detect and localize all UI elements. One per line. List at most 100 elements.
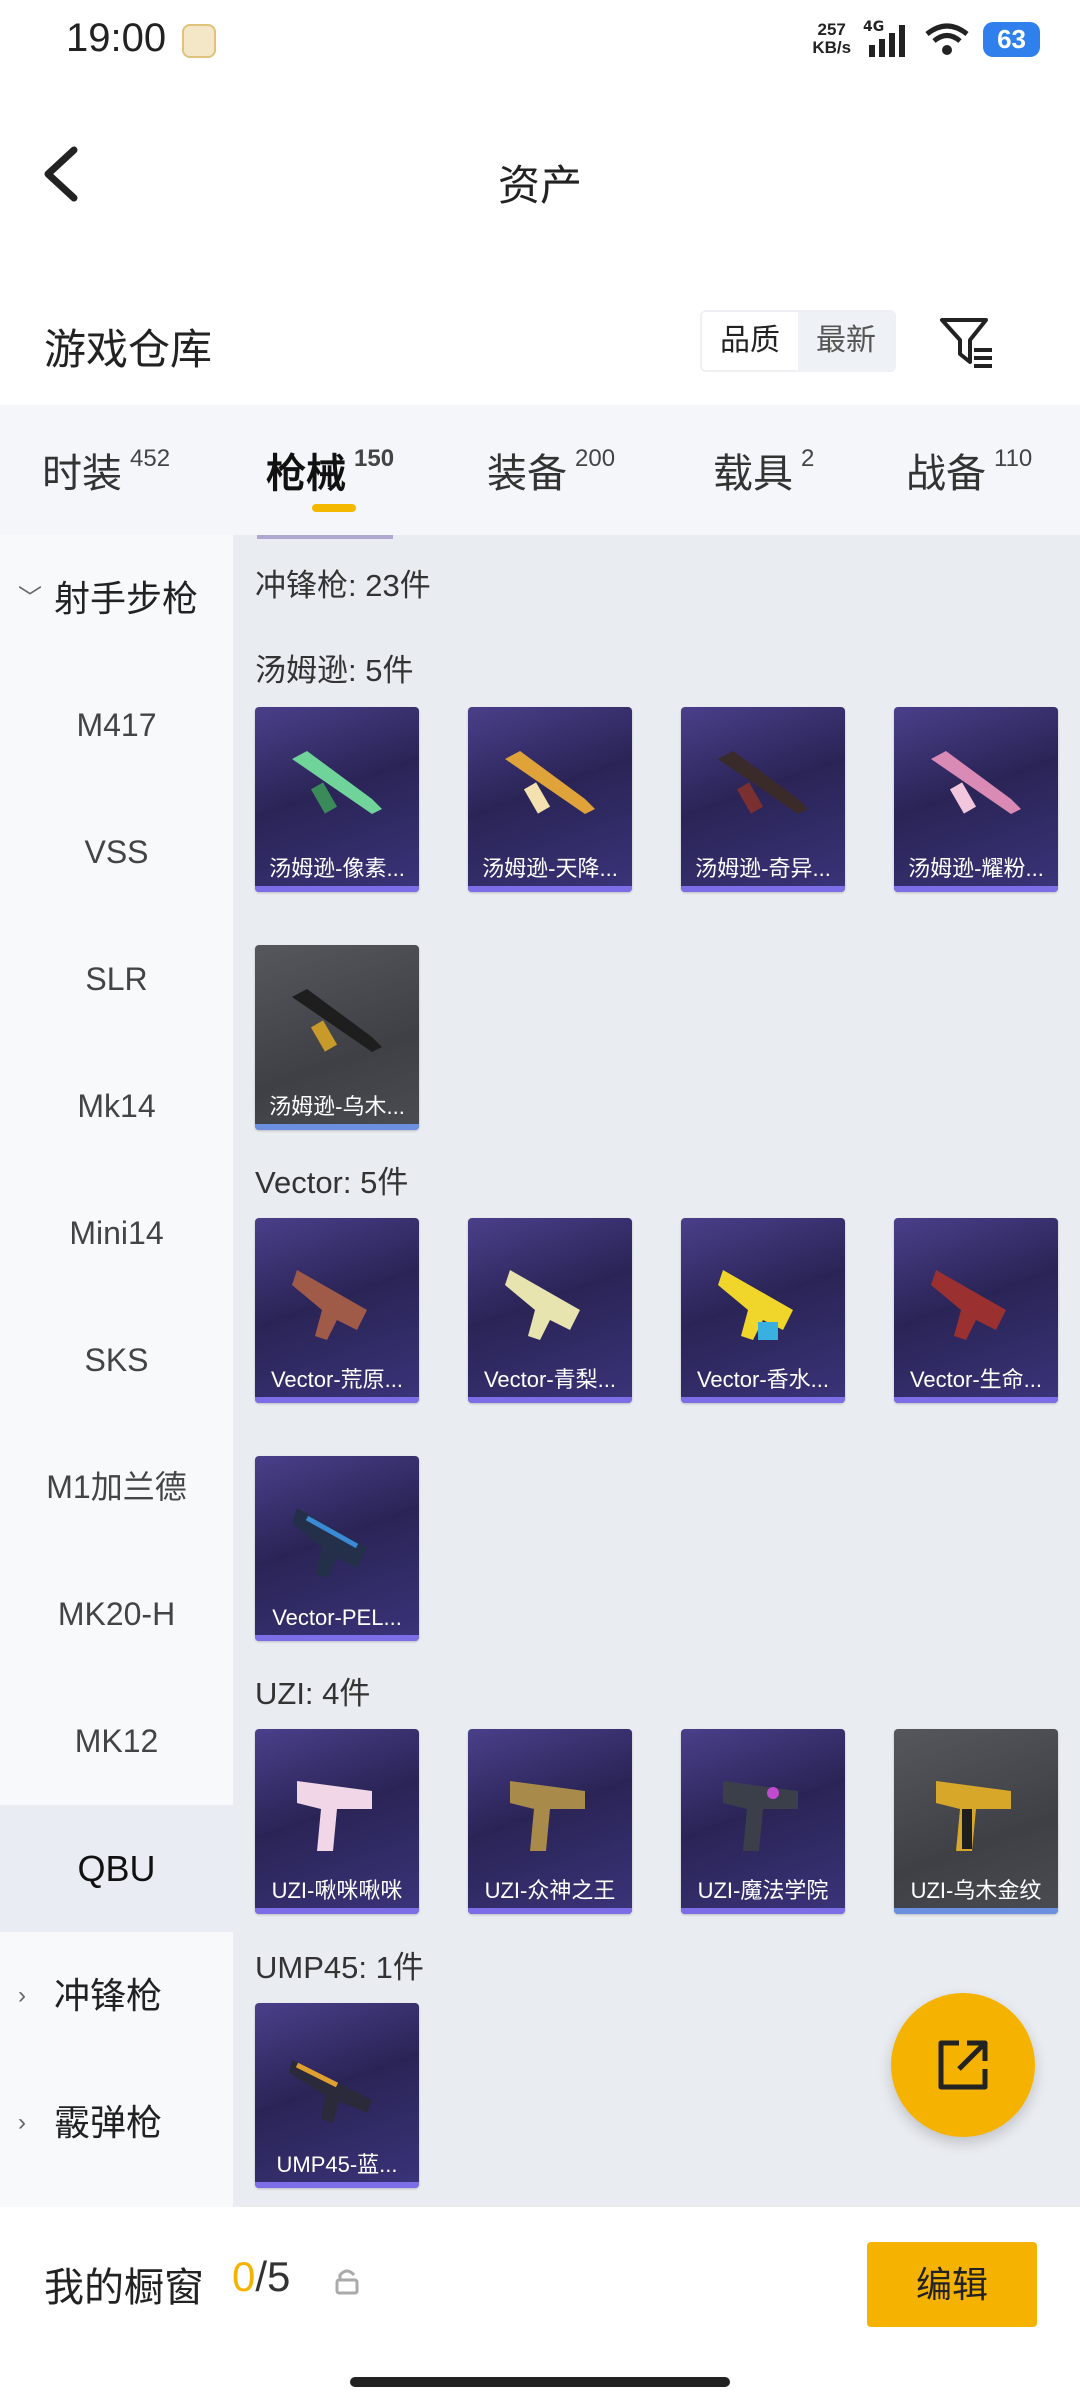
weapon-card[interactable]: 汤姆逊-像素... bbox=[255, 707, 419, 892]
share-external-icon bbox=[938, 2040, 988, 2090]
lock-icon bbox=[335, 2269, 359, 2295]
tab-fashion[interactable]: 时装 452 bbox=[42, 441, 170, 499]
home-indicator bbox=[350, 2377, 730, 2387]
tab-vehicles[interactable]: 载具 2 bbox=[713, 441, 814, 499]
sidebar-item-mini14[interactable]: Mini14 bbox=[0, 1170, 233, 1297]
sidebar-item-qbu[interactable]: QBU bbox=[0, 1805, 233, 1932]
sidebar-group-marksman[interactable]: ﹀ 射手步枪 bbox=[0, 535, 233, 662]
showcase-total: /5 bbox=[255, 2253, 291, 2300]
weapon-grid: 冲锋枪: 23件 汤姆逊: 5件 汤姆逊-像素... 汤姆逊-天降... 汤姆逊… bbox=[233, 535, 1080, 2207]
scroll-divider bbox=[257, 535, 393, 539]
thompson-gun-icon bbox=[292, 989, 382, 1052]
weapon-card[interactable]: 汤姆逊-耀粉... bbox=[894, 707, 1058, 892]
sidebar-item-m1[interactable]: M1加兰德 bbox=[0, 1424, 233, 1551]
weapon-name: Vector-生命... bbox=[909, 1367, 1043, 1392]
rarity-bar bbox=[894, 1397, 1058, 1403]
rarity-bar bbox=[468, 886, 632, 892]
sidebar-item-mk12[interactable]: MK12 bbox=[0, 1678, 233, 1805]
weapon-name: 汤姆逊-奇异... bbox=[695, 856, 831, 881]
sidebar-item-slr[interactable]: SLR bbox=[0, 916, 233, 1043]
rarity-bar bbox=[681, 1908, 845, 1914]
status-right: 257 KB/s 4G 63 bbox=[812, 14, 1040, 64]
sidebar-item-m417[interactable]: M417 bbox=[0, 662, 233, 789]
weapon-name: UMP45-蓝... bbox=[276, 2152, 398, 2177]
signal-icon: 4G bbox=[863, 19, 906, 57]
weapon-card[interactable]: UZI-乌木金纹 bbox=[894, 1729, 1058, 1914]
rarity-bar bbox=[255, 1397, 419, 1403]
weapon-card[interactable]: UMP45-蓝... bbox=[255, 2003, 419, 2188]
weapon-name: UZI-啾咪啾咪 bbox=[271, 1878, 403, 1903]
chevron-right-icon: › bbox=[18, 2109, 26, 2136]
uzi-gun-icon bbox=[936, 1781, 1011, 1851]
group-label-uzi: UZI: 4件 bbox=[255, 1676, 371, 1711]
rarity-bar bbox=[255, 1635, 419, 1641]
category-count-label: 冲锋枪: 23件 bbox=[255, 568, 431, 603]
weapon-card[interactable]: Vector-荒原... bbox=[255, 1218, 419, 1403]
rarity-bar bbox=[255, 2182, 419, 2188]
vector-gun-icon bbox=[292, 1508, 367, 1578]
tab-supplies[interactable]: 战备 110 bbox=[906, 441, 1032, 499]
rarity-bar bbox=[894, 1908, 1058, 1914]
showcase-current: 0 bbox=[232, 2253, 256, 2300]
chevron-down-icon: ﹀ bbox=[18, 585, 42, 612]
sort-toggle: 品质 最新 bbox=[700, 310, 896, 372]
weapon-card[interactable]: Vector-青梨... bbox=[468, 1218, 632, 1403]
weapon-name: Vector-青梨... bbox=[483, 1367, 617, 1392]
thompson-gun-icon bbox=[505, 751, 595, 814]
top-bar: 资产 bbox=[0, 110, 1080, 240]
sidebar-item-mk14[interactable]: Mk14 bbox=[0, 1043, 233, 1170]
rarity-bar bbox=[681, 1397, 845, 1403]
weapon-card[interactable]: UZI-啾咪啾咪 bbox=[255, 1729, 419, 1914]
wifi-icon bbox=[925, 23, 969, 55]
weapon-name: 汤姆逊-耀粉... bbox=[908, 856, 1044, 881]
sort-newest-button[interactable]: 最新 bbox=[798, 312, 894, 370]
sort-quality-button[interactable]: 品质 bbox=[702, 312, 798, 370]
uzi-gun-icon bbox=[723, 1781, 798, 1851]
uzi-gun-icon bbox=[510, 1781, 585, 1851]
weapon-card[interactable]: UZI-众神之王 bbox=[468, 1729, 632, 1914]
group-label-vector: Vector: 5件 bbox=[255, 1165, 409, 1200]
notification-icon bbox=[182, 24, 216, 58]
filter-icon[interactable] bbox=[938, 314, 996, 372]
weapon-name: UZI-乌木金纹 bbox=[910, 1878, 1042, 1903]
share-fab-button[interactable] bbox=[891, 1993, 1035, 2137]
vector-gun-icon bbox=[505, 1270, 580, 1340]
sidebar-item-mk20h[interactable]: MK20-H bbox=[0, 1551, 233, 1678]
speed-value: 257 bbox=[817, 20, 846, 39]
sidebar-item-vss[interactable]: VSS bbox=[0, 789, 233, 916]
ump45-gun-icon bbox=[289, 2060, 372, 2123]
status-time: 19:00 bbox=[66, 16, 167, 60]
section-title: 游戏仓库 bbox=[44, 326, 213, 373]
weapon-card[interactable]: 汤姆逊-天降... bbox=[468, 707, 632, 892]
group-label-thompson: 汤姆逊: 5件 bbox=[255, 653, 414, 688]
sidebar-item-sks[interactable]: SKS bbox=[0, 1297, 233, 1424]
weapon-card[interactable]: Vector-PEL... bbox=[255, 1456, 419, 1641]
rarity-bar bbox=[468, 1908, 632, 1914]
sidebar-group-shotgun[interactable]: › 霰弹枪 bbox=[0, 2059, 233, 2186]
weapon-card[interactable]: UZI-魔法学院 bbox=[681, 1729, 845, 1914]
rarity-bar bbox=[894, 886, 1058, 892]
status-bar: 19:00 257 KB/s 4G 63 bbox=[0, 0, 1080, 80]
showcase-count: 0/5 bbox=[232, 2253, 290, 2301]
category-tabs: 时装 452 枪械 150 装备 200 载具 2 战备 110 bbox=[0, 405, 1080, 535]
weapon-card[interactable]: 汤姆逊-乌木... bbox=[255, 945, 419, 1130]
group-label-ump45: UMP45: 1件 bbox=[255, 1950, 424, 1985]
thompson-gun-icon bbox=[931, 751, 1021, 814]
weapon-card[interactable]: Vector-生命... bbox=[894, 1218, 1058, 1403]
weapon-card[interactable]: 汤姆逊-奇异... bbox=[681, 707, 845, 892]
rarity-bar bbox=[255, 886, 419, 892]
weapon-card[interactable]: Vector-香水... bbox=[681, 1218, 845, 1403]
edit-button[interactable]: 编辑 bbox=[867, 2242, 1037, 2327]
weapon-name: UZI-魔法学院 bbox=[697, 1878, 829, 1903]
sidebar-group-smg[interactable]: › 冲锋枪 bbox=[0, 1932, 233, 2059]
section-header: 游戏仓库 品质 最新 bbox=[0, 300, 1080, 390]
weapon-name: 汤姆逊-像素... bbox=[269, 856, 405, 881]
showcase-label: 我的橱窗 bbox=[44, 2266, 204, 2310]
speed-unit: KB/s bbox=[812, 38, 852, 57]
tab-equipment[interactable]: 装备 200 bbox=[487, 441, 615, 499]
showcase-bar: 我的橱窗 0/5 编辑 bbox=[0, 2207, 1080, 2400]
thompson-gun-icon bbox=[718, 751, 808, 814]
tab-guns[interactable]: 枪械 150 bbox=[266, 441, 394, 499]
vector-gun-icon bbox=[931, 1270, 1006, 1340]
rarity-bar bbox=[255, 1908, 419, 1914]
